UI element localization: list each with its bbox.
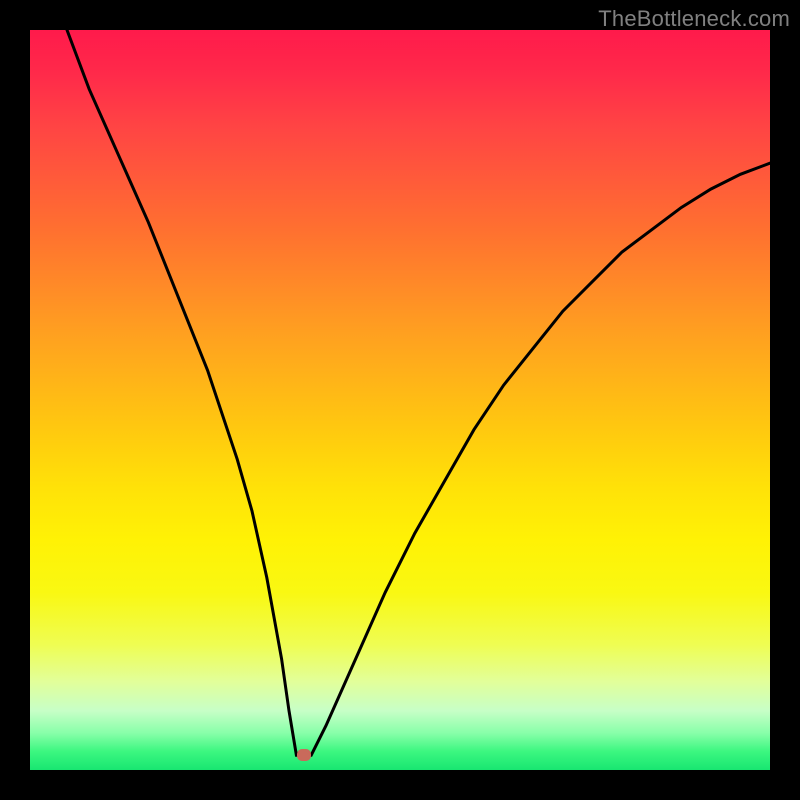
bottleneck-curve [67, 30, 770, 755]
optimal-point-marker [297, 749, 311, 761]
watermark-text: TheBottleneck.com [598, 6, 790, 32]
chart-frame: TheBottleneck.com [0, 0, 800, 800]
plot-area [30, 30, 770, 770]
curve-layer [30, 30, 770, 770]
